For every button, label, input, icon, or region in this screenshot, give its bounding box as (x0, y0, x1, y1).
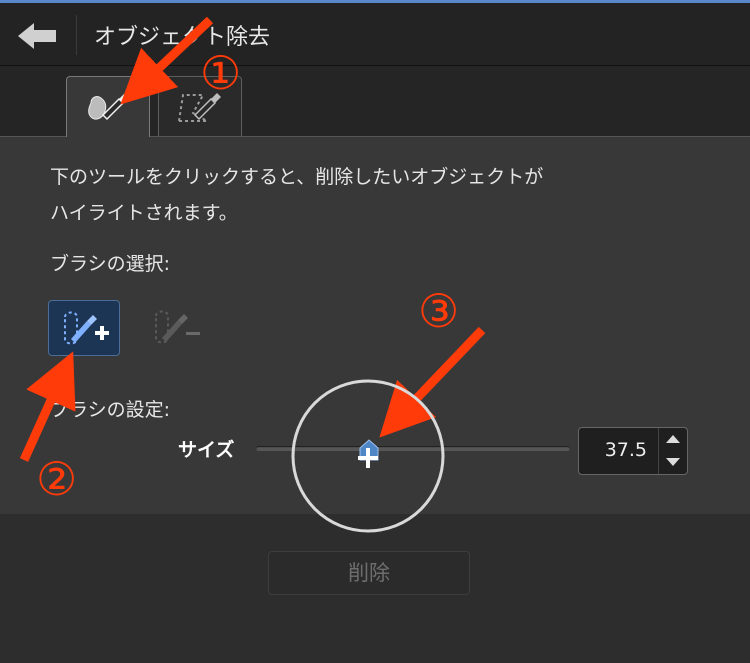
brush-settings-label: ブラシの設定: (50, 399, 171, 421)
instruction-line-2: ハイライトされます。 (50, 202, 238, 224)
size-stepper[interactable]: 37.5 (578, 427, 688, 475)
increment-arrow-icon[interactable] (663, 430, 683, 450)
annotation-number-3: ③ (418, 284, 460, 338)
back-arrow-icon (18, 23, 56, 49)
size-slider-thumb[interactable] (358, 438, 380, 462)
remove-brush-button[interactable] (140, 300, 212, 356)
instruction-line-1: 下のツールをクリックすると、削除したいオブジェクトが (50, 166, 544, 188)
title-divider (76, 15, 77, 55)
instruction-text: 下のツールをクリックすると、削除したいオブジェクトが ハイライトされます。 (50, 159, 543, 231)
add-brush-icon (64, 311, 109, 345)
back-button[interactable] (14, 19, 60, 53)
remove-brush-icon (155, 310, 200, 344)
page-title: オブジェクト除去 (94, 25, 271, 50)
tab-brush-object[interactable] (66, 76, 150, 138)
brush-select-label: ブラシの選択: (50, 253, 171, 275)
add-brush-button[interactable] (48, 300, 120, 356)
size-label: サイズ (178, 439, 235, 461)
annotation-number-1: ① (200, 46, 242, 100)
tool-settings-panel: 下のツールをクリックすると、削除したいオブジェクトが ハイライトされます。 ブラ… (0, 137, 750, 514)
stepper-divider (658, 428, 659, 474)
action-area: 削除 (0, 514, 750, 663)
annotation-number-2: ② (36, 452, 78, 506)
delete-button[interactable]: 削除 (268, 551, 470, 595)
slider-thumb-icon (359, 439, 379, 461)
decrement-arrow-icon[interactable] (663, 452, 683, 472)
size-slider[interactable] (256, 446, 570, 451)
tool-tabs (0, 66, 750, 138)
brush-object-icon (88, 93, 129, 121)
size-value[interactable]: 37.5 (605, 439, 647, 461)
title-bar: オブジェクト除去 (0, 3, 750, 66)
